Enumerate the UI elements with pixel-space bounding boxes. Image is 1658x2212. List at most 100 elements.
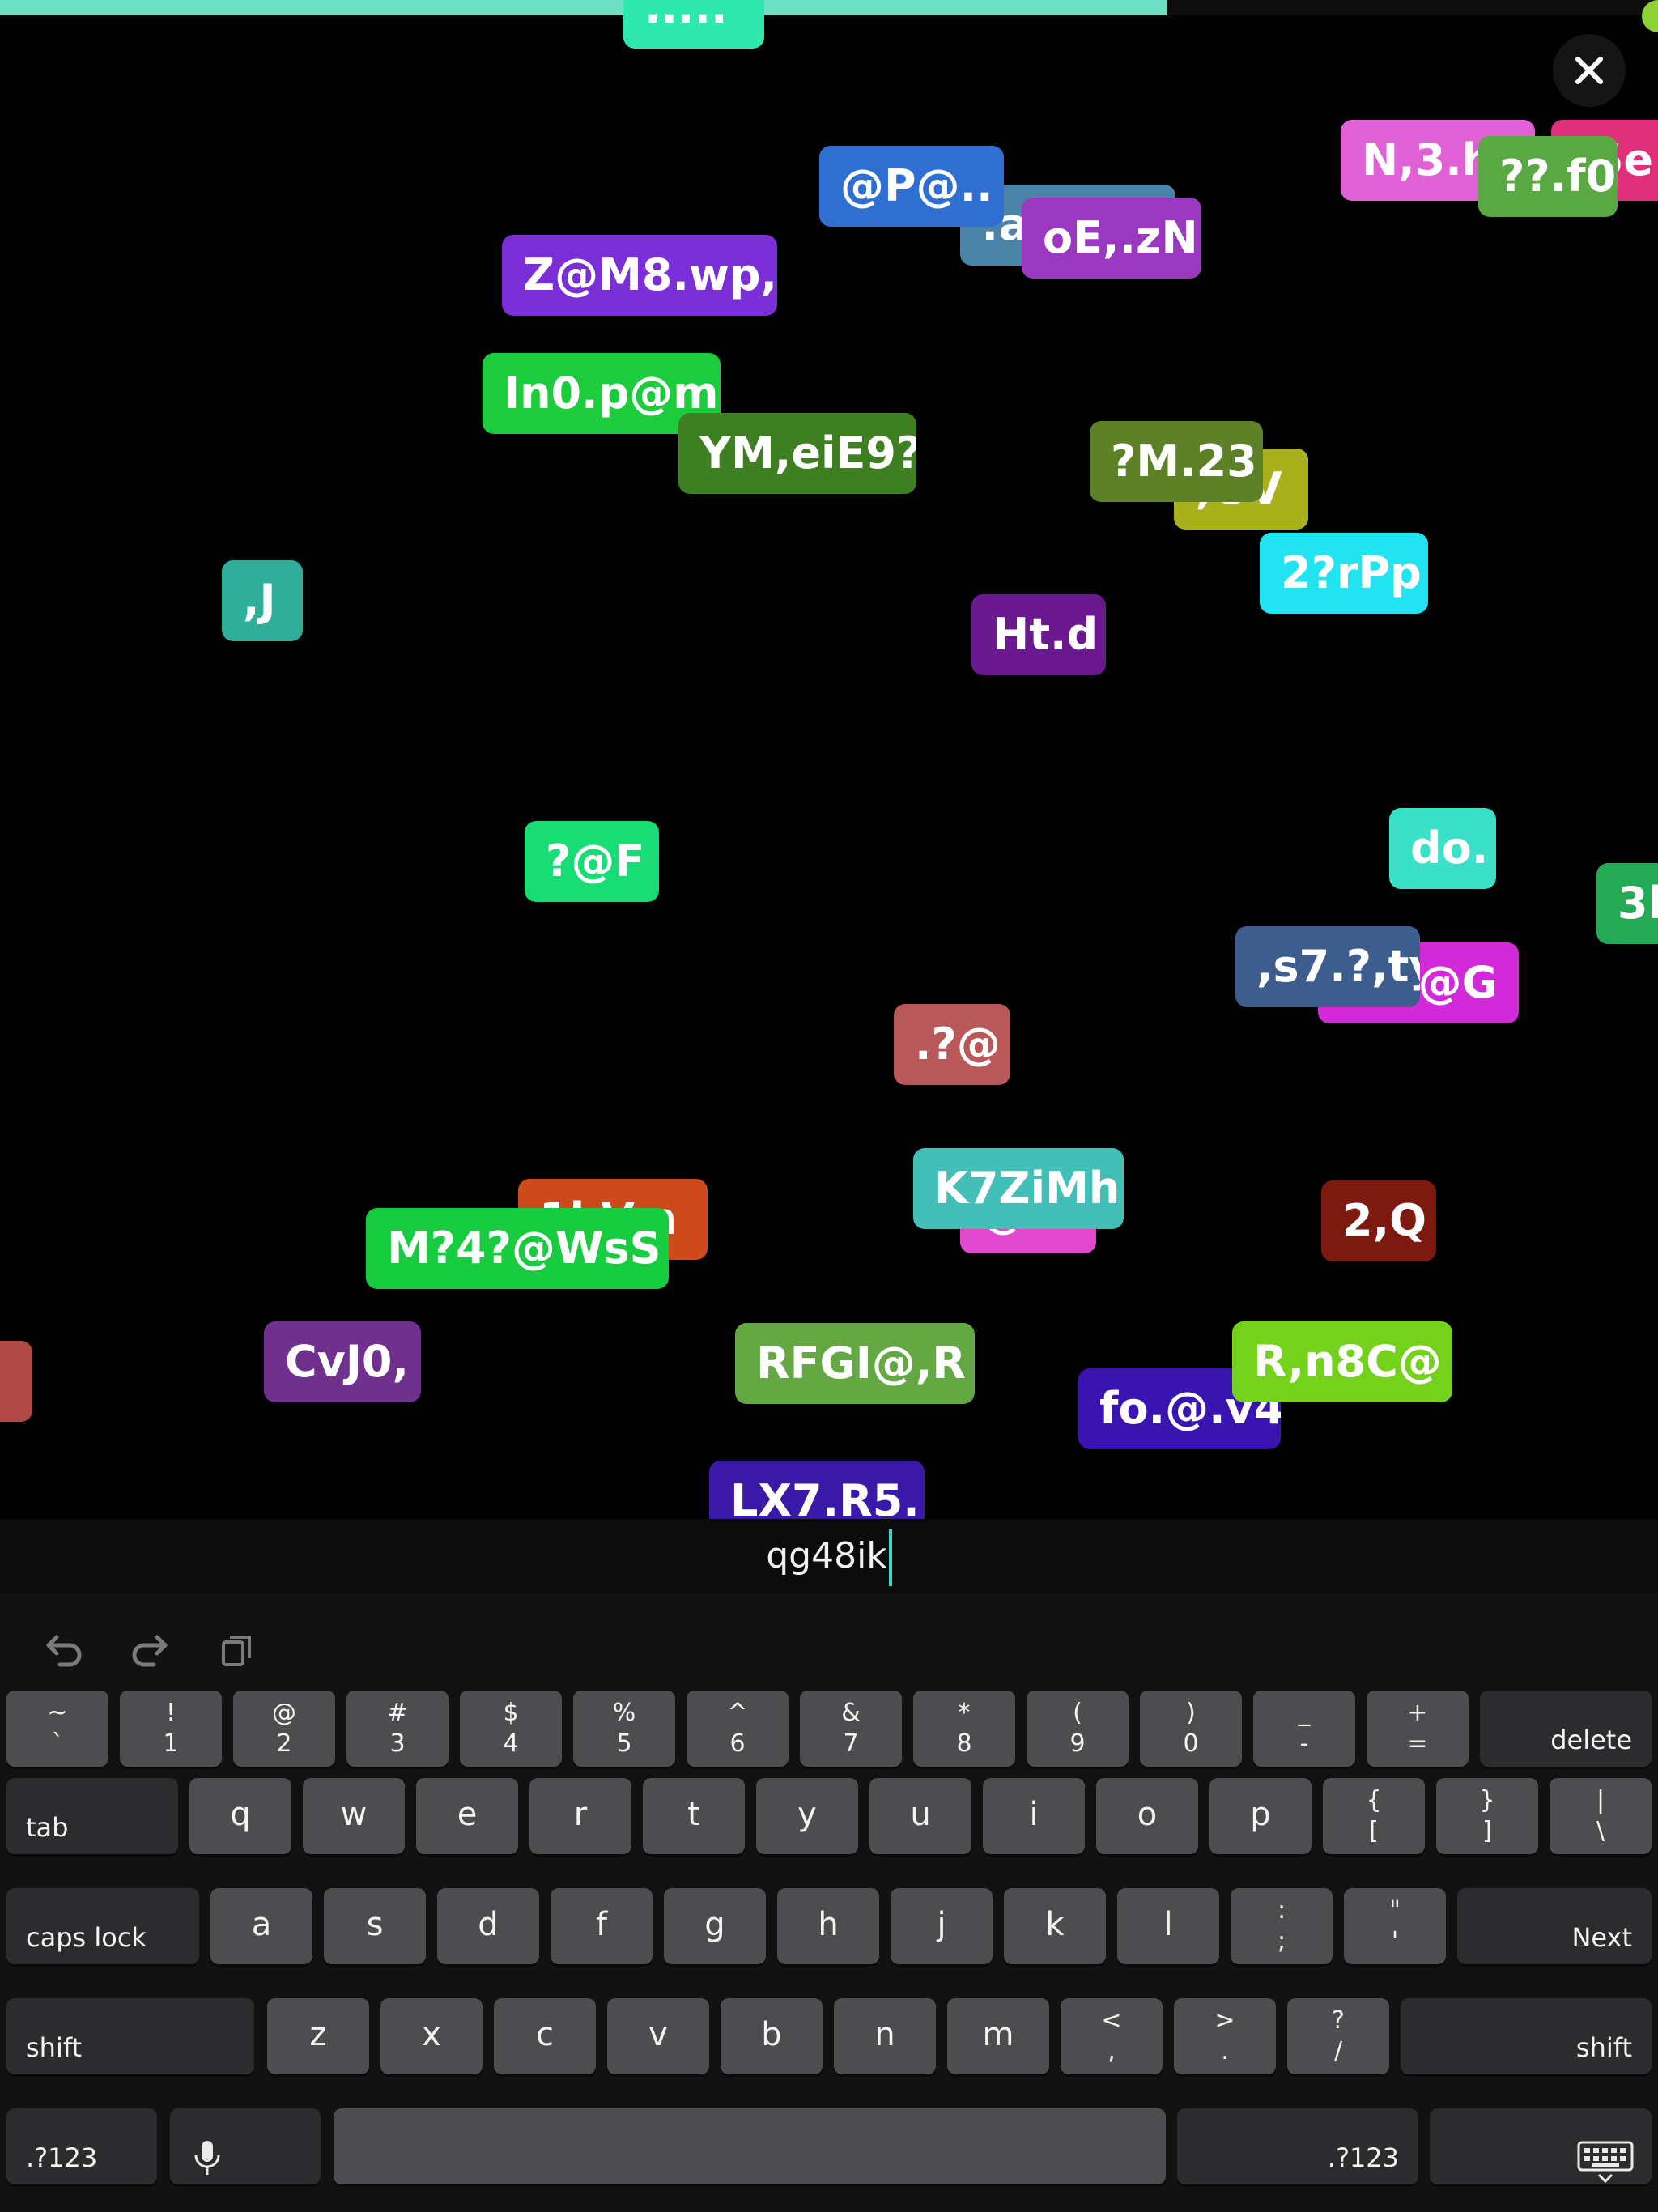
key-0[interactable]: ~ ` — [6, 1691, 108, 1767]
falling-word: 2?rPp — [1260, 533, 1428, 614]
key-label: m — [982, 2016, 1014, 2053]
key-label: w — [340, 1796, 368, 1833]
key-q[interactable]: q — [189, 1778, 291, 1854]
key-sym-1[interactable]: }] — [1436, 1778, 1538, 1854]
close-button[interactable] — [1553, 34, 1626, 107]
key-label: a — [251, 1906, 272, 1943]
key-7[interactable]: & 7 — [800, 1691, 902, 1767]
key-6[interactable]: ^ 6 — [687, 1691, 789, 1767]
key-r[interactable]: r — [529, 1778, 631, 1854]
key-label: s — [366, 1906, 384, 1943]
key-label: ' — [1391, 1927, 1399, 1955]
space-key[interactable] — [334, 2108, 1166, 2184]
key-label: 1 — [163, 1729, 179, 1758]
falling-word: CvJ0, — [264, 1321, 421, 1402]
key-y[interactable]: y — [756, 1778, 858, 1854]
key-e[interactable]: e — [416, 1778, 518, 1854]
key-label: u — [910, 1796, 931, 1833]
key-label: v — [648, 2016, 668, 2053]
key-3[interactable]: #3 — [346, 1691, 449, 1767]
next-key[interactable]: Next — [1457, 1888, 1652, 1964]
key-w[interactable]: w — [303, 1778, 405, 1854]
clipboard-icon[interactable] — [214, 1626, 262, 1674]
key-label: % — [612, 1699, 636, 1727]
typed-input[interactable]: qg48ik — [0, 1519, 1658, 1593]
key-t[interactable]: t — [643, 1778, 745, 1854]
key-label: . — [1221, 2037, 1229, 2065]
key-label: ) — [1186, 1699, 1196, 1727]
key-sym-1[interactable]: >. — [1174, 1998, 1276, 2074]
numbers-right-key[interactable]: .?123 — [1177, 2108, 1418, 2184]
key-s[interactable]: s — [324, 1888, 426, 1964]
falling-word: K7ZiMh — [913, 1148, 1124, 1229]
key-v[interactable]: v — [607, 1998, 709, 2074]
key-label: \ — [1596, 1817, 1605, 1845]
key-1[interactable]: ! 1 — [120, 1691, 222, 1767]
key-h[interactable]: h — [777, 1888, 879, 1964]
shift-left-key[interactable]: shift — [6, 1998, 254, 2074]
key-label: > — [1214, 2006, 1235, 2035]
key-sym-2[interactable]: ? / — [1287, 1998, 1389, 2074]
close-icon — [1575, 57, 1603, 84]
key-j[interactable]: j — [891, 1888, 993, 1964]
key-9[interactable]: (9 — [1027, 1691, 1129, 1767]
key-sym-1[interactable]: " ' — [1344, 1888, 1446, 1964]
key-label: < — [1101, 2006, 1122, 2035]
numbers-left-key[interactable]: .?123 — [6, 2108, 157, 2184]
key-m[interactable]: m — [947, 1998, 1049, 2074]
shift-right-key[interactable]: shift — [1401, 1998, 1652, 2074]
key-label: 0 — [1183, 1729, 1199, 1758]
key-x[interactable]: x — [380, 1998, 483, 2074]
key-4[interactable]: $4 — [460, 1691, 562, 1767]
key-label: caps lock — [26, 1922, 147, 1953]
key-g[interactable]: g — [664, 1888, 766, 1964]
progress-track — [0, 0, 1658, 15]
key-12[interactable]: + = — [1367, 1691, 1469, 1767]
key-n[interactable]: n — [834, 1998, 936, 2074]
key-sym-2[interactable]: | \ — [1550, 1778, 1652, 1854]
key-p[interactable]: p — [1209, 1778, 1312, 1854]
key-label: f — [595, 1906, 608, 1943]
redo-icon[interactable] — [126, 1626, 175, 1674]
key-l[interactable]: l — [1117, 1888, 1219, 1964]
key-label: .?123 — [1327, 2142, 1399, 2173]
key-o[interactable]: o — [1096, 1778, 1198, 1854]
undo-icon[interactable] — [39, 1626, 87, 1674]
tab-key[interactable]: tab — [6, 1778, 178, 1854]
key-z[interactable]: z — [267, 1998, 369, 2074]
falling-word: YM,eiE9? — [678, 413, 916, 494]
key-2[interactable]: @2 — [233, 1691, 335, 1767]
key-11[interactable]: _ - — [1253, 1691, 1355, 1767]
key-a[interactable]: a — [210, 1888, 312, 1964]
key-10[interactable]: ) 0 — [1140, 1691, 1242, 1767]
key-label: [ — [1369, 1817, 1379, 1845]
falling-word: Z@M8.wp, — [502, 235, 777, 316]
key-b[interactable]: b — [721, 1998, 823, 2074]
key-k[interactable]: k — [1004, 1888, 1106, 1964]
key-label: ^ — [727, 1699, 748, 1727]
key-sym-0[interactable]: <, — [1061, 1998, 1163, 2074]
key-sym-0[interactable]: :; — [1231, 1888, 1333, 1964]
key-5[interactable]: % 5 — [573, 1691, 675, 1767]
key-8[interactable]: * 8 — [913, 1691, 1015, 1767]
key-label: ] — [1482, 1817, 1492, 1845]
key-f[interactable]: f — [551, 1888, 653, 1964]
key-label: " — [1389, 1896, 1401, 1925]
key-label: .?123 — [26, 2142, 98, 2173]
key-u[interactable]: u — [869, 1778, 971, 1854]
progress-bar-fill — [0, 0, 1167, 15]
caps-lock-key[interactable]: caps lock — [6, 1888, 199, 1964]
key-label: n — [874, 2016, 895, 2053]
key-i[interactable]: i — [983, 1778, 1085, 1854]
hide-keyboard-key[interactable] — [1430, 2108, 1652, 2184]
key-c[interactable]: c — [494, 1998, 596, 2074]
microphone-key[interactable] — [170, 2108, 321, 2184]
key-label: Next — [1571, 1922, 1632, 1953]
key-d[interactable]: d — [437, 1888, 539, 1964]
word-input-bar[interactable]: qg48ik — [0, 1519, 1658, 1593]
key-label: - — [1299, 1729, 1309, 1758]
key-label: 5 — [616, 1729, 632, 1758]
falling-word: ..... — [623, 0, 764, 49]
delete-key[interactable]: delete — [1480, 1691, 1652, 1767]
key-sym-0[interactable]: {[ — [1323, 1778, 1425, 1854]
